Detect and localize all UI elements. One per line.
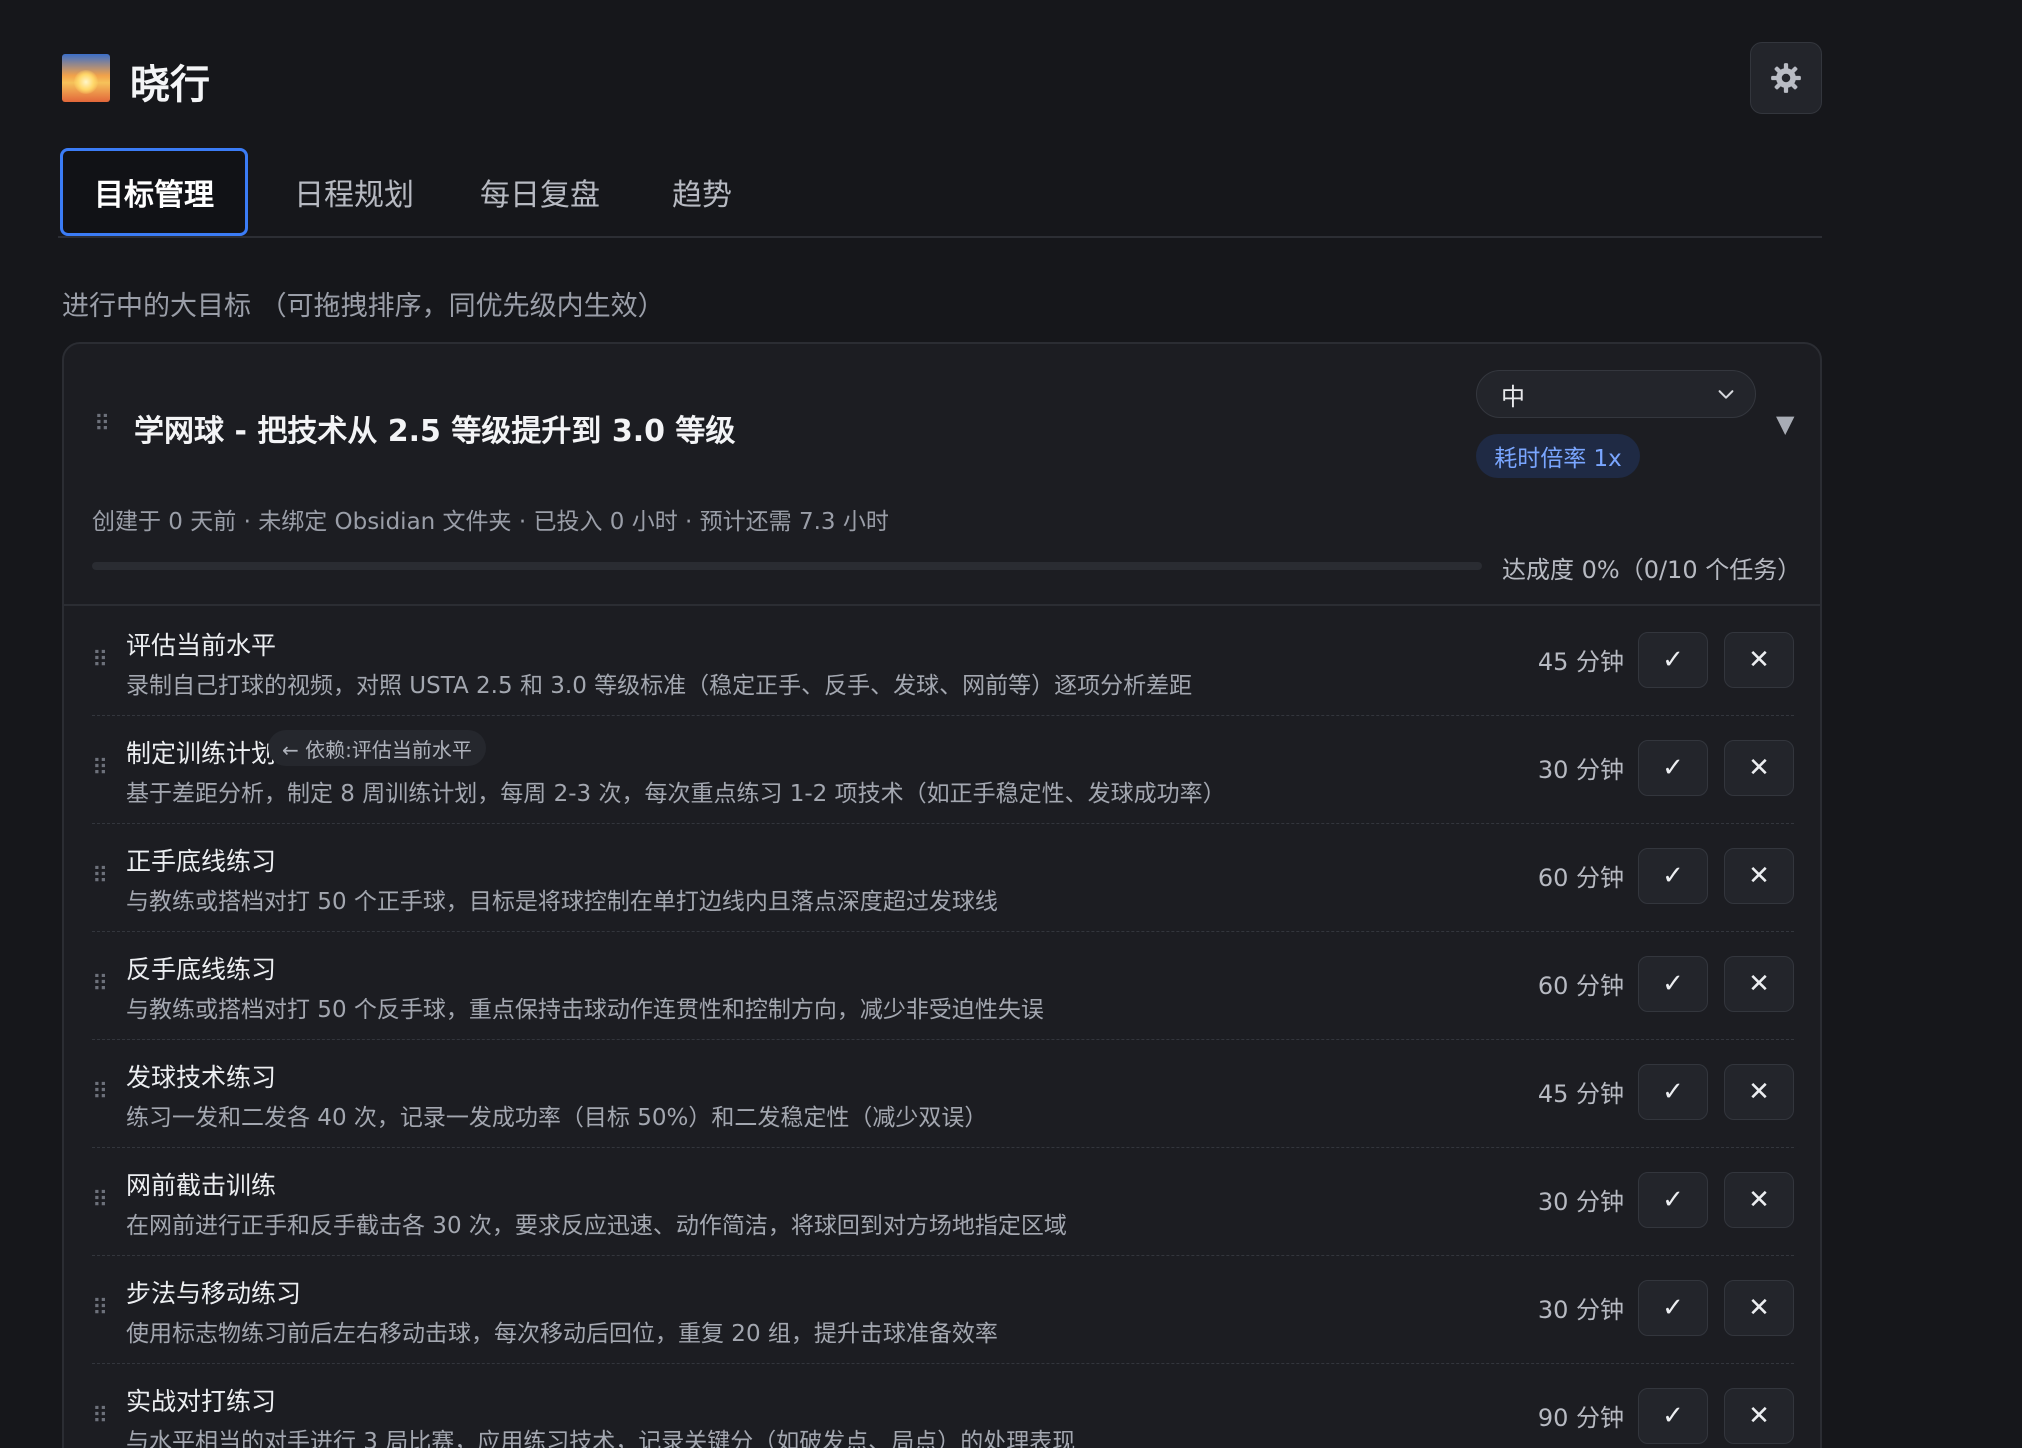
delete-task-button[interactable]: ✕: [1724, 632, 1794, 688]
task-duration: 30 分钟: [1537, 1296, 1624, 1324]
task-desc: 录制自己打球的视频，对照 USTA 2.5 和 3.0 等级标准（稳定正手、反手…: [126, 673, 1193, 699]
tab-schedule[interactable]: 日程规划: [254, 148, 454, 236]
priority-select[interactable]: 中: [1476, 370, 1756, 418]
delete-task-button[interactable]: ✕: [1724, 740, 1794, 796]
delete-task-button[interactable]: ✕: [1724, 848, 1794, 904]
task-name: 发球技术练习: [126, 1063, 277, 1092]
task-duration: 30 分钟: [1537, 1188, 1624, 1216]
task-name: 网前截击训练: [126, 1171, 277, 1200]
task-row: ⠿ 步法与移动练习 使用标志物练习前后左右移动击球，每次移动后回位，重复 20 …: [92, 1256, 1794, 1364]
chevron-down-icon: [1718, 390, 1734, 399]
task-desc: 使用标志物练习前后左右移动击球，每次移动后回位，重复 20 组，提升击球准备效率: [126, 1321, 998, 1347]
complete-task-button[interactable]: ✓: [1638, 1064, 1708, 1120]
app-title: 晓行: [130, 62, 210, 108]
task-row: ⠿ 发球技术练习 练习一发和二发各 40 次，记录一发成功率（目标 50%）和二…: [92, 1040, 1794, 1148]
sunrise-icon: [62, 54, 110, 102]
task-name: 正手底线练习: [126, 847, 277, 876]
task-duration: 45 分钟: [1537, 648, 1624, 676]
task-duration: 30 分钟: [1537, 756, 1624, 784]
complete-task-button[interactable]: ✓: [1638, 740, 1708, 796]
task-desc: 与教练或搭档对打 50 个反手球，重点保持击球动作连贯性和控制方向，减少非受迫性…: [126, 997, 1044, 1023]
settings-button[interactable]: [1750, 42, 1822, 114]
time-rate-badge: 耗时倍率 1x: [1476, 434, 1640, 478]
task-desc: 练习一发和二发各 40 次，记录一发成功率（目标 50%）和二发稳定性（减少双误…: [126, 1105, 988, 1131]
progress-text: 达成度 0%（0/10 个任务）: [1502, 556, 1802, 584]
task-row: ⠿ 网前截击训练 在网前进行正手和反手截击各 30 次，要求反应迅速、动作简洁，…: [92, 1148, 1794, 1256]
task-duration: 60 分钟: [1537, 864, 1624, 892]
gear-icon: [1771, 63, 1801, 93]
task-name: 实战对打练习: [126, 1387, 277, 1416]
task-duration: 45 分钟: [1537, 1080, 1624, 1108]
task-desc: 在网前进行正手和反手截击各 30 次，要求反应迅速、动作简洁，将球回到对方场地指…: [126, 1213, 1067, 1239]
delete-task-button[interactable]: ✕: [1724, 1388, 1794, 1444]
dependency-badge: ← 依赖:评估当前水平: [268, 730, 486, 766]
task-row: ⠿ 评估当前水平 录制自己打球的视频，对照 USTA 2.5 和 3.0 等级标…: [92, 608, 1794, 716]
tab-goal-management[interactable]: 目标管理: [60, 148, 248, 236]
complete-task-button[interactable]: ✓: [1638, 848, 1708, 904]
goal-header: ⠿ 学网球 - 把技术从 2.5 等级提升到 3.0 等级 中 ▼ 耗时倍率 1…: [64, 344, 1820, 606]
goal-title: 学网球 - 把技术从 2.5 等级提升到 3.0 等级: [134, 414, 736, 449]
task-name: 步法与移动练习: [126, 1279, 302, 1308]
complete-task-button[interactable]: ✓: [1638, 632, 1708, 688]
task-row: ⠿ 反手底线练习 与教练或搭档对打 50 个反手球，重点保持击球动作连贯性和控制…: [92, 932, 1794, 1040]
priority-value: 中: [1501, 382, 1525, 411]
tab-daily-review[interactable]: 每日复盘: [450, 148, 630, 236]
complete-task-button[interactable]: ✓: [1638, 1388, 1708, 1444]
drag-handle-icon[interactable]: ⠿: [92, 1082, 108, 1104]
header: 晓行: [62, 42, 1822, 114]
task-row: ⠿ 正手底线练习 与教练或搭档对打 50 个正手球，目标是将球控制在单打边线内且…: [92, 824, 1794, 932]
complete-task-button[interactable]: ✓: [1638, 1172, 1708, 1228]
progress-bar: [92, 562, 1482, 570]
tab-bar: 目标管理 日程规划 每日复盘 趋势: [58, 146, 1822, 238]
section-label: 进行中的大目标 （可拖拽排序，同优先级内生效）: [62, 291, 665, 322]
app-root: 晓行 目标管理 日程规划 每日复盘 趋势 进行中的大目标 （可拖拽排序，同优先级…: [0, 0, 2022, 1448]
drag-handle-icon[interactable]: ⠿: [92, 758, 108, 780]
task-desc: 与水平相当的对手进行 3 局比赛，应用练习技术，记录关键分（如破发点、局点）的处…: [126, 1429, 1076, 1448]
task-list: ⠿ 评估当前水平 录制自己打球的视频，对照 USTA 2.5 和 3.0 等级标…: [92, 608, 1794, 1448]
complete-task-button[interactable]: ✓: [1638, 1280, 1708, 1336]
delete-task-button[interactable]: ✕: [1724, 1280, 1794, 1336]
task-name: 评估当前水平: [126, 631, 277, 660]
complete-task-button[interactable]: ✓: [1638, 956, 1708, 1012]
goal-card: ⠿ 学网球 - 把技术从 2.5 等级提升到 3.0 等级 中 ▼ 耗时倍率 1…: [62, 342, 1822, 1448]
goal-meta: 创建于 0 天前 · 未绑定 Obsidian 文件夹 · 已投入 0 小时 ·…: [92, 509, 889, 535]
delete-task-button[interactable]: ✕: [1724, 1064, 1794, 1120]
drag-handle-icon[interactable]: ⠿: [92, 974, 108, 996]
drag-handle-icon[interactable]: ⠿: [92, 866, 108, 888]
task-desc: 基于差距分析，制定 8 周训练计划，每周 2-3 次，每次重点练习 1-2 项技…: [126, 781, 1226, 807]
tab-trends[interactable]: 趋势: [642, 148, 762, 236]
drag-handle-icon[interactable]: ⠿: [92, 1406, 108, 1428]
task-row: ⠿ 制定训练计划 ← 依赖:评估当前水平 基于差距分析，制定 8 周训练计划，每…: [92, 716, 1794, 824]
task-name: 制定训练计划: [126, 739, 277, 768]
delete-task-button[interactable]: ✕: [1724, 956, 1794, 1012]
task-duration: 90 分钟: [1537, 1404, 1624, 1432]
drag-handle-icon[interactable]: ⠿: [92, 650, 108, 672]
task-duration: 60 分钟: [1537, 972, 1624, 1000]
drag-handle-icon[interactable]: ⠿: [92, 1190, 108, 1212]
task-desc: 与教练或搭档对打 50 个正手球，目标是将球控制在单打边线内且落点深度超过发球线: [126, 889, 998, 915]
drag-handle-icon[interactable]: ⠿: [92, 1298, 108, 1320]
drag-handle-icon[interactable]: ⠿: [94, 414, 110, 436]
delete-task-button[interactable]: ✕: [1724, 1172, 1794, 1228]
collapse-toggle-icon[interactable]: ▼: [1776, 410, 1794, 438]
task-name: 反手底线练习: [126, 955, 277, 984]
task-row: ⠿ 实战对打练习 与水平相当的对手进行 3 局比赛，应用练习技术，记录关键分（如…: [92, 1364, 1794, 1448]
